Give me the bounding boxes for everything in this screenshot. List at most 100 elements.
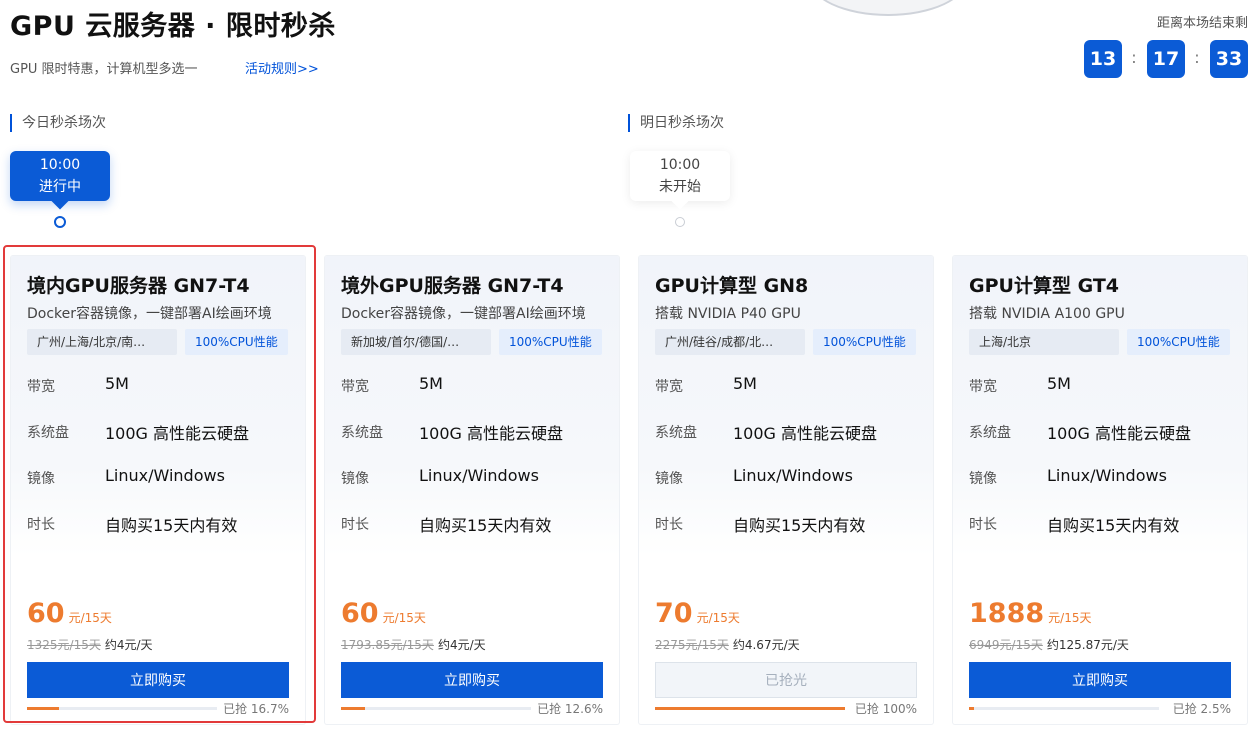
sold-progress-bar: [655, 707, 845, 710]
spec-value-duration: 自购买15天内有效: [733, 516, 866, 535]
sale-price: 1888 元/15天: [969, 598, 1091, 629]
spec-value-duration: 自购买15天内有效: [419, 516, 552, 535]
spec-value-disk: 100G 高性能云硬盘: [733, 424, 878, 443]
spec-label-disk: 系统盘: [341, 425, 383, 441]
price-amount: 70: [655, 598, 693, 629]
spec-label-disk: 系统盘: [969, 425, 1011, 441]
sold-progress-bar: [27, 707, 217, 710]
price-per-day: 约4元/天: [104, 638, 153, 652]
timeline-dot-inactive: [675, 217, 685, 227]
price-per-day: 约4.67元/天: [732, 638, 800, 652]
sold-out-button: 已抢光: [655, 662, 917, 698]
timeline-dot-active: [54, 216, 66, 228]
page-title: GPU 云服务器 · 限时秒杀: [10, 11, 336, 42]
spec-label-disk: 系统盘: [655, 425, 697, 441]
original-price: 1325元/15天: [27, 638, 101, 652]
sold-progress-fill: [969, 707, 974, 710]
spec-value-image: Linux/Windows: [733, 466, 853, 485]
sold-percentage: 已抢 100%: [854, 702, 917, 716]
spec-label-disk: 系统盘: [27, 425, 69, 441]
cpu-performance-tag: 100%CPU性能: [813, 329, 916, 355]
sold-progress-bar: [341, 707, 531, 710]
spec-value-duration: 自购买15天内有效: [1047, 516, 1180, 535]
spec-value-duration: 自购买15天内有效: [105, 516, 238, 535]
region-tag: 广州/硅谷/成都/北…: [655, 329, 805, 355]
spec-label-bandwidth: 带宽: [969, 379, 997, 395]
original-price: 1793.85元/15天: [341, 638, 434, 652]
spec-label-image: 镜像: [341, 471, 369, 487]
price-amount: 60: [27, 598, 65, 629]
decorative-banner-image: [808, 0, 968, 16]
spec-value-bandwidth: 5M: [419, 374, 443, 393]
buy-now-button[interactable]: 立即购买: [969, 662, 1231, 698]
card-description: 搭载 NVIDIA A100 GPU: [969, 306, 1125, 322]
activity-rules-link[interactable]: 活动规则>>: [245, 58, 319, 77]
spec-label-duration: 时长: [27, 517, 55, 533]
spec-value-disk: 100G 高性能云硬盘: [419, 424, 564, 443]
region-tag: 新加坡/首尔/德国/…: [341, 329, 491, 355]
session-slot-today[interactable]: 10:00 进行中: [10, 151, 110, 210]
sold-progress-fill: [27, 707, 59, 710]
buy-now-button[interactable]: 立即购买: [27, 662, 289, 698]
spec-value-image: Linux/Windows: [1047, 466, 1167, 485]
cpu-performance-tag: 100%CPU性能: [1127, 329, 1230, 355]
today-session-header: 今日秒杀场次: [10, 114, 106, 132]
spec-value-bandwidth: 5M: [105, 374, 129, 393]
card-title: 境内GPU服务器 GN7-T4: [27, 275, 250, 297]
spec-value-disk: 100G 高性能云硬盘: [1047, 424, 1192, 443]
spec-label-image: 镜像: [969, 471, 997, 487]
sale-price: 60 元/15天: [341, 598, 426, 629]
card-description: Docker容器镜像，一键部署AI绘画环境: [27, 306, 272, 322]
sale-price: 60 元/15天: [27, 598, 112, 629]
product-card: 境内GPU服务器 GN7-T4 Docker容器镜像，一键部署AI绘画环境 广州…: [11, 256, 305, 724]
spec-label-image: 镜像: [655, 471, 683, 487]
sold-percentage: 已抢 16.7%: [223, 702, 289, 716]
session-slot-tomorrow[interactable]: 10:00 未开始: [630, 151, 730, 210]
original-price: 2275元/15天: [655, 638, 729, 652]
sold-progress-fill: [655, 707, 845, 710]
countdown-hours: 13: [1084, 40, 1122, 78]
spec-label-bandwidth: 带宽: [27, 379, 55, 395]
session-time: 10:00: [659, 157, 701, 173]
spec-label-duration: 时长: [969, 517, 997, 533]
tomorrow-session-header: 明日秒杀场次: [628, 114, 724, 132]
spec-value-bandwidth: 5M: [733, 374, 757, 393]
countdown-label: 距离本场结束剩: [1156, 16, 1248, 31]
product-card: GPU计算型 GT4 搭载 NVIDIA A100 GPU 上海/北京 100%…: [953, 256, 1247, 724]
original-price: 6949元/15天: [969, 638, 1043, 652]
spec-value-image: Linux/Windows: [105, 466, 225, 485]
original-price-row: 6949元/15天 约125.87元/天: [969, 636, 1129, 653]
product-card: GPU计算型 GN8 搭载 NVIDIA P40 GPU 广州/硅谷/成都/北……: [639, 256, 933, 724]
countdown-timer: 13 : 17 : 33: [1084, 40, 1248, 78]
card-description: 搭载 NVIDIA P40 GPU: [655, 306, 801, 322]
price-amount: 1888: [969, 598, 1045, 629]
price-unit: 元/15天: [382, 611, 426, 625]
price-unit: 元/15天: [1048, 611, 1092, 625]
price-unit: 元/15天: [696, 611, 740, 625]
countdown-seconds: 33: [1210, 40, 1248, 78]
price-per-day: 约4元/天: [437, 638, 486, 652]
sold-percentage: 已抢 2.5%: [1172, 702, 1231, 716]
spec-value-disk: 100G 高性能云硬盘: [105, 424, 250, 443]
card-title: GPU计算型 GN8: [655, 275, 809, 297]
spec-label-bandwidth: 带宽: [655, 379, 683, 395]
cpu-performance-tag: 100%CPU性能: [185, 329, 288, 355]
sold-progress-bar: [969, 707, 1159, 710]
original-price-row: 1793.85元/15天 约4元/天: [341, 636, 486, 653]
page-subtitle: GPU 限时特惠，计算机型多选一: [10, 62, 198, 77]
spec-label-image: 镜像: [27, 471, 55, 487]
sold-progress-fill: [341, 707, 365, 710]
card-title: 境外GPU服务器 GN7-T4: [341, 275, 564, 297]
spec-value-bandwidth: 5M: [1047, 374, 1071, 393]
spec-value-image: Linux/Windows: [419, 466, 539, 485]
card-description: Docker容器镜像，一键部署AI绘画环境: [341, 306, 586, 322]
countdown-separator: :: [1131, 48, 1137, 67]
cpu-performance-tag: 100%CPU性能: [499, 329, 602, 355]
spec-label-duration: 时长: [655, 517, 683, 533]
buy-now-button[interactable]: 立即购买: [341, 662, 603, 698]
spec-label-duration: 时长: [341, 517, 369, 533]
region-tag: 上海/北京: [969, 329, 1119, 355]
countdown-minutes: 17: [1147, 40, 1185, 78]
region-tag: 广州/上海/北京/南…: [27, 329, 177, 355]
card-title: GPU计算型 GT4: [969, 275, 1120, 297]
